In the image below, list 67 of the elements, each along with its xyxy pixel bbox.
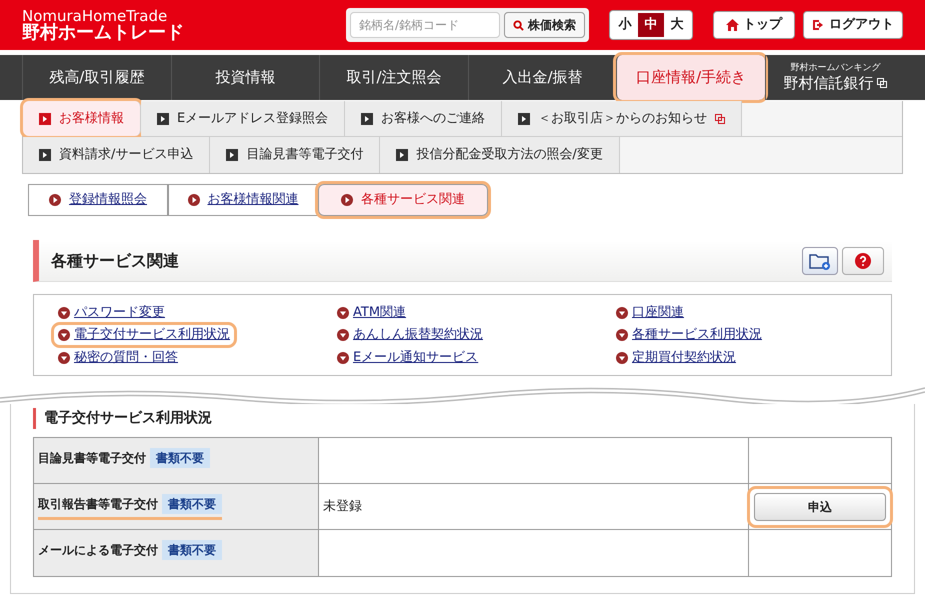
service-name: メールによる電子交付 書類不要 bbox=[38, 540, 222, 566]
service-link[interactable]: Eメール通知サービス bbox=[333, 348, 482, 368]
down-circle-icon bbox=[58, 329, 70, 341]
service-name: 取引報告書等電子交付 書類不要 bbox=[38, 494, 222, 520]
folder-add-icon bbox=[809, 252, 831, 270]
font-size-button[interactable]: 中 bbox=[638, 13, 664, 37]
search-field[interactable]: 銘柄名/銘柄コード bbox=[350, 12, 500, 38]
down-circle-icon bbox=[337, 329, 349, 341]
help-button[interactable] bbox=[842, 246, 884, 274]
status-title: 電子交付サービス利用状況 bbox=[44, 410, 212, 426]
service-link[interactable]: パスワード変更 bbox=[54, 302, 169, 322]
arrow-square-icon bbox=[39, 149, 51, 161]
status-tag: 書類不要 bbox=[162, 494, 222, 514]
subtab[interactable]: Eメールアドレス登録照会 bbox=[141, 101, 346, 136]
arrow-square-icon bbox=[361, 112, 374, 124]
nav-tab[interactable]: 口座情報/手続き bbox=[616, 55, 765, 100]
subtab[interactable]: お客様情報 bbox=[23, 101, 141, 136]
service-link[interactable]: 口座関連 bbox=[612, 302, 688, 322]
section-tab[interactable]: 登録情報照会 bbox=[28, 184, 168, 216]
right-circle-icon bbox=[188, 194, 200, 206]
service-link[interactable]: 秘密の質問・回答 bbox=[54, 348, 182, 368]
status-value: 未登録 bbox=[323, 498, 362, 516]
logout-icon bbox=[812, 19, 825, 31]
right-circle-icon bbox=[49, 194, 61, 206]
nav-tab[interactable]: 投資情報 bbox=[170, 55, 320, 100]
down-circle-icon bbox=[616, 329, 628, 341]
down-circle-icon bbox=[616, 306, 628, 318]
down-circle-icon bbox=[337, 352, 349, 364]
down-circle-icon bbox=[58, 306, 70, 318]
subtab[interactable]: お客様へのご連絡 bbox=[345, 101, 502, 136]
subtab[interactable]: ＜お取引店＞からのお知らせ bbox=[502, 101, 742, 136]
stock-search-button[interactable]: 株価検索 bbox=[504, 12, 585, 38]
arrow-square-icon bbox=[518, 112, 530, 124]
nav-tab[interactable]: 取引/注文照会 bbox=[319, 55, 468, 100]
right-circle-icon bbox=[341, 194, 353, 206]
search-icon bbox=[513, 20, 524, 30]
section-tab[interactable]: お客様情報関連 bbox=[168, 184, 318, 216]
section-title: 各種サービス関連 bbox=[51, 250, 179, 272]
logo-title: 野村ホームトレード bbox=[22, 24, 184, 42]
external-window-icon bbox=[877, 78, 888, 88]
bank-link[interactable]: 野村ホームバンキング 野村信託銀行 bbox=[764, 55, 905, 100]
arrow-square-icon bbox=[157, 112, 169, 124]
service-name: 目論見書等電子交付 書類不要 bbox=[38, 448, 210, 474]
help-icon bbox=[855, 252, 871, 268]
service-link[interactable]: ATM関連 bbox=[333, 302, 410, 322]
arrow-square-icon bbox=[226, 149, 238, 161]
status-tag: 書類不要 bbox=[162, 540, 222, 560]
down-circle-icon bbox=[616, 352, 628, 364]
home-icon bbox=[726, 19, 739, 31]
subtab[interactable]: 投信分配金受取方法の照会/変更 bbox=[380, 137, 620, 173]
subtab[interactable]: 目論見書等電子交付 bbox=[210, 137, 380, 173]
arrow-square-icon bbox=[39, 112, 51, 124]
down-circle-icon bbox=[337, 306, 349, 318]
service-link[interactable]: 各種サービス利用状況 bbox=[612, 325, 766, 345]
service-link[interactable]: 電子交付サービス利用状況 bbox=[54, 325, 234, 345]
logout-button[interactable]: ログアウト bbox=[803, 11, 903, 39]
add-folder-button[interactable] bbox=[802, 246, 838, 274]
apply-button[interactable]: 申込 bbox=[754, 492, 886, 520]
service-link[interactable]: 定期買付契約状況 bbox=[612, 348, 740, 368]
top-button[interactable]: トップ bbox=[713, 11, 795, 39]
section-tab[interactable]: 各種サービス関連 bbox=[318, 184, 488, 216]
subtab[interactable]: 資料請求/サービス申込 bbox=[23, 137, 210, 173]
service-link[interactable]: あんしん振替契約状況 bbox=[333, 325, 487, 345]
status-tag: 書類不要 bbox=[150, 448, 210, 468]
down-circle-icon bbox=[58, 352, 70, 364]
arrow-square-icon bbox=[396, 149, 408, 161]
logo-text: NomuraHomeTrade bbox=[22, 8, 168, 24]
